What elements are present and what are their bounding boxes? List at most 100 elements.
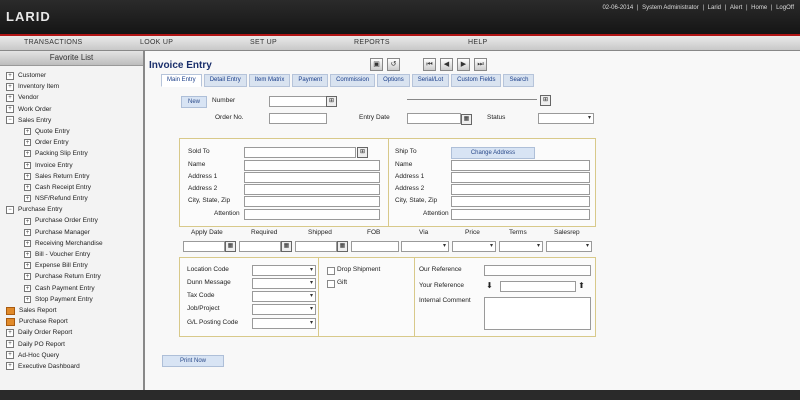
undo-icon[interactable]: ↺: [387, 58, 400, 71]
print-now-button[interactable]: Print Now: [162, 355, 224, 367]
expand-icon[interactable]: +: [24, 183, 31, 191]
sidebar-item-executive-dashboard[interactable]: + Executive Dashboard: [6, 361, 143, 372]
tab-detail-entry[interactable]: Detail Entry: [203, 74, 247, 87]
price-select[interactable]: [452, 241, 496, 252]
sidebar-item-inventory-item[interactable]: + Inventory Item: [6, 81, 143, 92]
via-select[interactable]: [401, 241, 449, 252]
menu-setup[interactable]: SET UP: [250, 39, 277, 46]
gl-posting-select[interactable]: [252, 318, 316, 329]
expand-icon[interactable]: +: [24, 284, 31, 292]
entry-date-input[interactable]: [407, 113, 461, 124]
sidebar-item-purchase-return-entry[interactable]: + Purchase Return Entry: [6, 271, 143, 282]
tab-custom-fields[interactable]: Custom Fields: [451, 74, 502, 87]
sidebar-item-ad-hoc-query[interactable]: + Ad-Hoc Query: [6, 350, 143, 361]
sidebar-item-quote-entry[interactable]: + Quote Entry: [6, 126, 143, 137]
tab-serial-lot[interactable]: Serial/Lot: [411, 74, 450, 87]
link-alert[interactable]: Alert: [730, 5, 742, 11]
ship-address1-input[interactable]: [451, 172, 590, 183]
expand-icon[interactable]: +: [6, 328, 14, 337]
expand-icon[interactable]: +: [6, 71, 14, 80]
sold-address1-input[interactable]: [244, 172, 380, 183]
sidebar-item-sales-entry[interactable]: − Sales Entry: [6, 115, 143, 126]
internal-comment-textarea[interactable]: [484, 297, 591, 330]
sidebar-item-cash-receipt-entry[interactable]: + Cash Receipt Entry: [6, 182, 143, 193]
calendar-icon[interactable]: ▦: [281, 241, 292, 252]
expand-icon[interactable]: +: [24, 150, 31, 158]
sidebar-item-nsf-refund-entry[interactable]: + NSF/Refund Entry: [6, 193, 143, 204]
expand-icon[interactable]: +: [24, 295, 31, 303]
tab-search[interactable]: Search: [503, 74, 535, 87]
change-address-button[interactable]: Change Address: [451, 147, 535, 159]
expand-icon[interactable]: +: [6, 82, 14, 91]
collapse-icon[interactable]: −: [6, 116, 14, 125]
sidebar-item-purchase-entry[interactable]: − Purchase Entry: [6, 204, 143, 215]
last-record-icon[interactable]: ⏭: [474, 58, 487, 71]
fob-input[interactable]: [351, 241, 399, 252]
expand-icon[interactable]: +: [6, 93, 14, 102]
job-project-select[interactable]: [252, 304, 316, 315]
expand-icon[interactable]: +: [24, 195, 31, 203]
tab-main-entry[interactable]: Main Entry: [161, 74, 202, 87]
sidebar-item-purchase-order-entry[interactable]: + Purchase Order Entry: [6, 215, 143, 226]
tab-options[interactable]: Options: [377, 74, 410, 87]
expand-icon[interactable]: +: [24, 172, 31, 180]
sold-attention-input[interactable]: [244, 209, 380, 220]
ship-name-input[interactable]: [451, 160, 590, 171]
sidebar-item-expense-bill-entry[interactable]: + Expense Bill Entry: [6, 260, 143, 271]
calendar-icon[interactable]: ▦: [461, 114, 472, 125]
new-button[interactable]: New: [181, 96, 207, 108]
sidebar-item-daily-po-report[interactable]: + Daily PO Report: [6, 339, 143, 350]
order-no-input[interactable]: [269, 113, 327, 124]
lookup-icon[interactable]: ⊞: [326, 96, 337, 107]
ship-attention-input[interactable]: [451, 209, 590, 220]
link-home[interactable]: Home: [751, 5, 767, 11]
tax-code-select[interactable]: [252, 291, 316, 302]
expand-icon[interactable]: +: [24, 217, 31, 225]
dunn-message-select[interactable]: [252, 278, 316, 289]
location-code-select[interactable]: [252, 265, 316, 276]
apply-date-input[interactable]: [183, 241, 225, 252]
calendar-icon[interactable]: ▦: [225, 241, 236, 252]
expand-icon[interactable]: +: [24, 139, 31, 147]
sold-address2-input[interactable]: [244, 184, 380, 195]
drop-shipment-checkbox[interactable]: [327, 267, 335, 275]
link-logoff[interactable]: LogOff: [776, 5, 794, 11]
status-select[interactable]: [538, 113, 594, 124]
sidebar-item-sales-return-entry[interactable]: + Sales Return Entry: [6, 171, 143, 182]
lookup-icon[interactable]: ⊞: [357, 147, 368, 158]
sold-city-input[interactable]: [244, 196, 380, 207]
sidebar-item-purchase-report[interactable]: Purchase Report: [6, 316, 143, 327]
sidebar-item-invoice-entry[interactable]: + Invoice Entry: [6, 160, 143, 171]
ship-city-input[interactable]: [451, 196, 590, 207]
menu-reports[interactable]: REPORTS: [354, 39, 390, 46]
your-reference-input[interactable]: [500, 281, 576, 292]
menu-help[interactable]: HELP: [468, 39, 488, 46]
sidebar-item-purchase-manager[interactable]: + Purchase Manager: [6, 227, 143, 238]
sidebar-item-receiving-merchandise[interactable]: + Receiving Merchandise: [6, 238, 143, 249]
sidebar-item-cash-payment-entry[interactable]: + Cash Payment Entry: [6, 283, 143, 294]
expand-icon[interactable]: +: [6, 105, 14, 114]
shipped-input[interactable]: [295, 241, 337, 252]
calendar-icon[interactable]: ▦: [337, 241, 348, 252]
collapse-icon[interactable]: −: [6, 205, 14, 214]
sidebar-item-order-entry[interactable]: + Order Entry: [6, 137, 143, 148]
sidebar-item-customer[interactable]: + Customer: [6, 70, 143, 81]
expand-icon[interactable]: +: [24, 239, 31, 247]
expand-icon[interactable]: +: [24, 251, 31, 259]
report-icon[interactable]: [6, 317, 15, 326]
sidebar-item-daily-order-report[interactable]: + Daily Order Report: [6, 327, 143, 338]
sold-to-input[interactable]: [244, 147, 356, 158]
menu-transactions[interactable]: TRANSACTIONS: [24, 39, 82, 46]
expand-icon[interactable]: +: [24, 128, 31, 136]
our-reference-input[interactable]: [484, 265, 591, 276]
expand-icon[interactable]: +: [24, 161, 31, 169]
salesrep-select[interactable]: [546, 241, 592, 252]
download-icon[interactable]: ⬇: [485, 281, 494, 290]
ship-address2-input[interactable]: [451, 184, 590, 195]
tab-payment[interactable]: Payment: [292, 74, 329, 87]
sidebar-item-sales-report[interactable]: Sales Report: [6, 305, 143, 316]
report-icon[interactable]: [6, 306, 15, 315]
expand-icon[interactable]: +: [6, 351, 14, 360]
number-input[interactable]: [269, 96, 327, 107]
sidebar-item-stop-payment-entry[interactable]: + Stop Payment Entry: [6, 294, 143, 305]
